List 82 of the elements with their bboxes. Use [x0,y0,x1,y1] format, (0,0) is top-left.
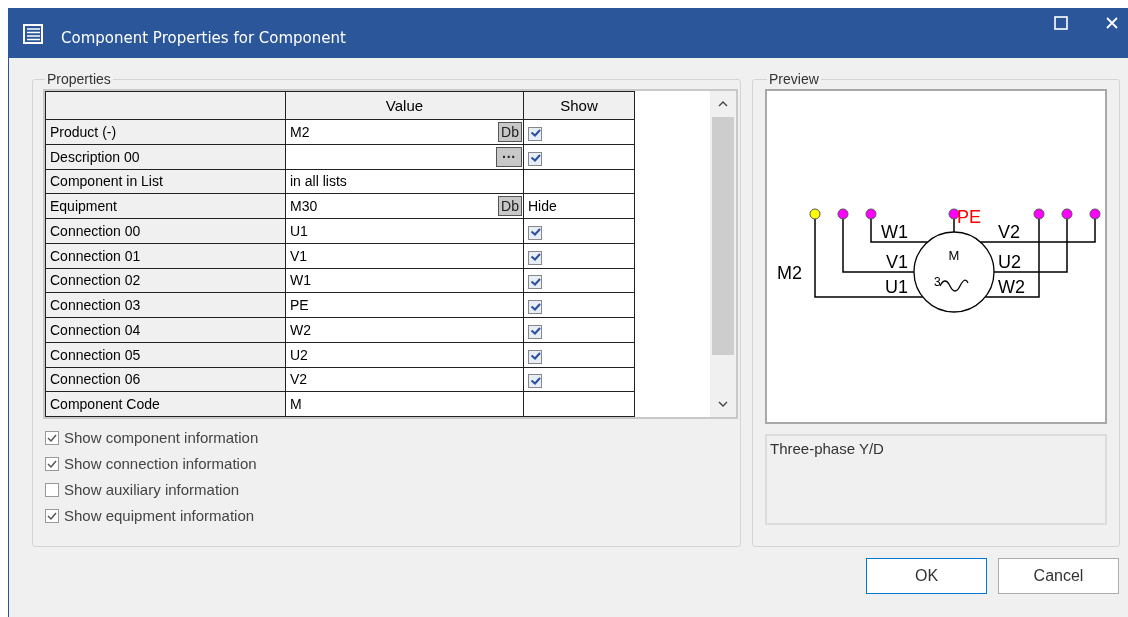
property-value: U1 [290,222,308,239]
property-name: Connection 01 [45,243,286,268]
property-name: Equipment [45,193,286,219]
description-text: Three-phase Y/D [770,440,884,457]
property-value: W1 [290,272,311,289]
window-title: Component Properties for Component [61,29,346,47]
show-checkbox[interactable] [528,374,542,389]
terminal-label: U1 [885,277,908,297]
column-header: Value [285,91,524,120]
cancel-button[interactable]: Cancel [998,558,1119,594]
property-value: V1 [290,247,308,264]
show-checkbox[interactable] [528,349,542,364]
close-icon[interactable] [1106,17,1118,29]
value-cell[interactable]: W1 [285,268,524,293]
property-name: Product (-) [45,119,286,145]
property-value: PE [290,297,309,314]
property-name: Connection 04 [45,317,286,343]
property-value: M [290,396,302,413]
value-cell[interactable]: V1 [285,243,524,268]
show-checkbox[interactable] [528,250,542,265]
show-checkbox[interactable] [528,151,542,166]
ok-button[interactable]: OK [866,558,987,594]
show-checkbox[interactable] [528,126,542,141]
motor-label: M [948,248,960,263]
column-header: Show [523,91,635,120]
scroll-thumb[interactable] [712,117,734,355]
value-cell[interactable]: U2 [285,342,524,367]
terminal-label: PE [957,207,981,227]
checkbox[interactable] [45,456,59,471]
maximize-icon[interactable] [1054,16,1068,30]
device-label: M2 [777,263,802,283]
terminal-label: W2 [998,277,1025,297]
show-checkbox[interactable] [528,275,542,290]
checkbox[interactable] [45,508,59,523]
value-cell[interactable]: U1 [285,218,524,244]
terminal-label: V2 [998,222,1021,242]
terminal-label: U2 [998,252,1021,272]
value-cell[interactable]: M [285,391,524,417]
property-value: V2 [290,371,308,388]
property-value: U2 [290,346,308,363]
show-checkbox[interactable] [528,225,542,240]
property-value: in all lists [290,173,347,190]
checkbox[interactable] [45,430,59,445]
property-name: Connection 03 [45,292,286,318]
show-checkbox[interactable] [528,300,542,314]
value-cell[interactable]: ··· [285,144,524,169]
property-name: Component in List [45,169,286,194]
property-name: Connection 06 [45,367,286,392]
property-name: Component Code [45,391,286,417]
property-name: Description 00 [45,144,286,169]
terminal-label: V1 [885,252,908,272]
show-checkbox[interactable] [528,324,542,339]
scroll-down-icon[interactable] [718,401,728,407]
property-value: M2 [290,123,310,140]
value-cell[interactable]: W2 [285,317,524,343]
value-cell[interactable]: M30 Db [285,193,524,219]
group-title: Preview [768,71,820,87]
scrollbar[interactable] [710,91,736,417]
browse-button[interactable]: Db [498,196,522,217]
checkbox-label[interactable]: Show connection information [64,455,257,472]
browse-button[interactable]: ··· [496,146,522,167]
value-cell[interactable]: PE [285,292,524,318]
checkbox[interactable] [45,482,59,497]
phase-label: 3 [934,275,941,289]
show-value: Hide [528,198,557,215]
property-name: Connection 05 [45,342,286,367]
value-cell[interactable]: in all lists [285,169,524,194]
terminal-label: W1 [881,222,908,242]
scroll-up-icon[interactable] [718,101,728,107]
property-value: M30 [290,198,318,215]
wire [953,217,955,233]
checkbox-label[interactable]: Show auxiliary information [64,481,240,498]
property-name: Connection 00 [45,218,286,244]
property-value: W2 [290,321,311,338]
list-icon [23,24,43,44]
checkbox-label[interactable]: Show equipment information [64,507,255,524]
property-name: Connection 02 [45,268,286,293]
browse-button[interactable]: Db [498,121,522,142]
value-cell[interactable]: M2 Db [285,119,524,145]
value-cell[interactable]: V2 [285,367,524,392]
checkbox-label[interactable]: Show component information [64,429,259,446]
group-title: Properties [46,71,112,87]
